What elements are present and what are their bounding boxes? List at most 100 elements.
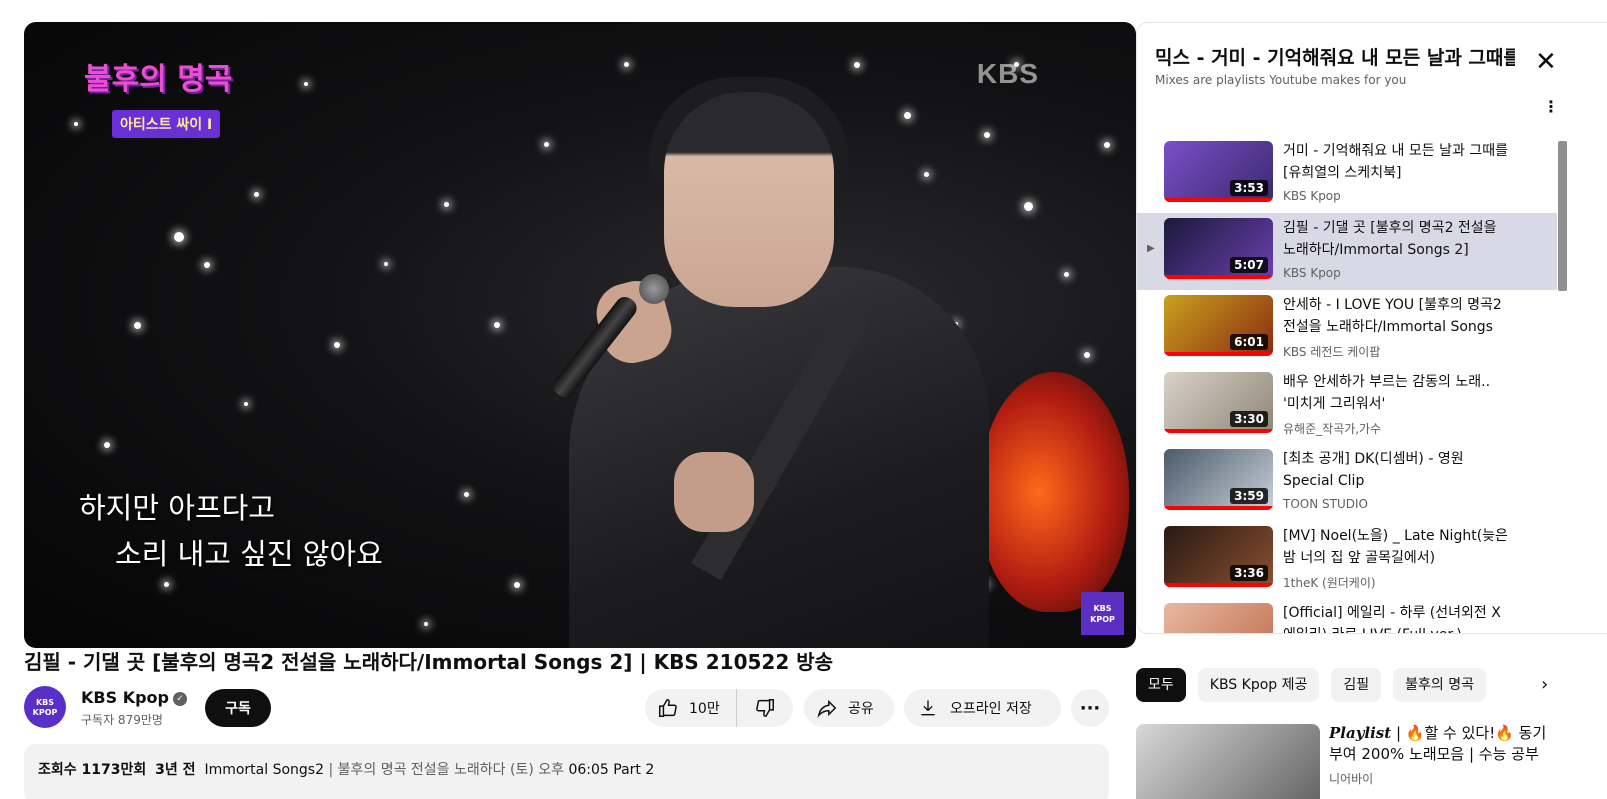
description-time: 06:05 Part 2: [568, 762, 655, 778]
mix-playlist-panel: 믹스 - 거미 - 기억해줘요 내 모든 날과 그때를 Mixes are pl…: [1136, 22, 1607, 634]
filter-chip[interactable]: 김필: [1331, 668, 1382, 702]
playlist-item-thumbnail[interactable]: 3:59: [1164, 449, 1273, 510]
playlist-item-title[interactable]: 배우 안세하가 부르는 감동의 노래.. '미치게 그리워서': [1283, 371, 1508, 415]
playlist-item-channel: 유해준_작곡가,가수: [1283, 422, 1382, 436]
star: [1024, 202, 1033, 211]
upload-age: 3년 전: [155, 762, 196, 778]
description-text: | 불후의 명곡 전설을 노래하다 (토) 오후: [328, 762, 564, 778]
thumbs-up-icon: [659, 699, 677, 717]
playlist-subtitle: Mixes are playlists Youtube makes for yo…: [1155, 73, 1407, 87]
playlist-scrollbar[interactable]: [1558, 141, 1567, 291]
playlist-item-title[interactable]: [MV] Noel(노을) _ Late Night(늦은 밤 너의 집 앞 골…: [1283, 525, 1508, 569]
playlist-item[interactable]: 3:36 [MV] Noel(노을) _ Late Night(늦은 밤 너의 집…: [1137, 521, 1557, 598]
playlist-item-thumbnail[interactable]: 3:36: [1164, 526, 1273, 587]
show-logo-badge: 아티스트 싸이 I: [112, 110, 221, 138]
like-count: 10만: [689, 701, 720, 717]
chevron-right-icon[interactable]: ›: [1541, 674, 1548, 695]
star: [74, 122, 78, 126]
video-player[interactable]: 불후의 명곡 아티스트 싸이 I KBS 하지만 아프다고 소리 내고 싶진 않…: [24, 22, 1136, 648]
star: [424, 622, 428, 626]
download-button[interactable]: 오프라인 저장: [904, 689, 1061, 727]
playlist-item-channel: KBS Kpop: [1283, 266, 1341, 280]
playlist-item-channel: KBS 레전드 케이팝: [1283, 345, 1381, 359]
singer-hand-guitar: [674, 452, 754, 532]
watched-progress-bar: [1164, 506, 1273, 510]
star: [544, 142, 549, 147]
star: [174, 232, 184, 242]
more-actions-button[interactable]: ···: [1071, 689, 1109, 727]
star: [1064, 272, 1069, 277]
playlist-item-thumbnail[interactable]: [1164, 603, 1273, 633]
download-label: 오프라인 저장: [950, 701, 1032, 717]
show-logo-title: 불후의 명곡: [84, 62, 233, 97]
more-icon: ···: [1079, 697, 1101, 719]
duration-badge: 5:07: [1230, 257, 1268, 273]
duration-badge: 3:36: [1230, 565, 1268, 581]
playlist-item-title[interactable]: [최초 공개] DK(디셈버) - 영원 Special Clip: [1283, 448, 1508, 492]
star: [104, 442, 110, 448]
filter-chip[interactable]: 모두: [1136, 668, 1186, 702]
now-playing-icon: ▶: [1147, 243, 1155, 254]
star: [624, 62, 629, 67]
star: [204, 262, 210, 268]
watched-progress-bar: [1164, 275, 1273, 279]
playlist-item[interactable]: 3:30 배우 안세하가 부르는 감동의 노래.. '미치게 그리워서' 유해준_작…: [1137, 367, 1557, 444]
filter-chip[interactable]: 불후의 명곡: [1393, 668, 1486, 702]
playlist-item-title[interactable]: 안세하 - I LOVE YOU [불후의 명곡2 전설을 노래하다/Immor…: [1283, 294, 1508, 338]
star: [924, 172, 929, 177]
playlist-item-thumbnail[interactable]: 3:53: [1164, 141, 1273, 202]
playlist-item-thumbnail[interactable]: 6:01: [1164, 295, 1273, 356]
show-logo: 불후의 명곡 아티스트 싸이 I: [84, 54, 274, 144]
subscriber-count: 구독자 879만명: [81, 713, 163, 727]
recommendation-title[interactable]: Playlist | 🔥할 수 있다!🔥 동기부여 200% 노래모음 | 수능…: [1329, 723, 1554, 765]
playlist-title[interactable]: 믹스 - 거미 - 기억해줘요 내 모든 날과 그때를: [1155, 43, 1515, 70]
filter-chips: 모두 KBS Kpop 제공 김필 불후의 명곡: [1136, 668, 1486, 702]
recommendation-channel[interactable]: 니어바이: [1329, 770, 1373, 787]
like-button[interactable]: 10만: [645, 689, 737, 727]
playlist-item[interactable]: 3:59 [최초 공개] DK(디셈버) - 영원 Special Clip TOO…: [1137, 444, 1557, 521]
share-button[interactable]: 공유: [804, 689, 894, 727]
like-dislike-group: 10만: [645, 689, 793, 727]
watched-progress-bar: [1164, 429, 1273, 433]
playlist-item-channel: KBS Kpop: [1283, 189, 1341, 203]
playlist-item-thumbnail[interactable]: 3:30: [1164, 372, 1273, 433]
thumbs-down-icon: [756, 699, 774, 717]
watched-progress-bar: [1164, 352, 1273, 356]
star: [494, 322, 500, 328]
verified-icon: ✓: [172, 691, 187, 706]
subscribe-button[interactable]: 구독: [205, 689, 271, 727]
filter-chip[interactable]: KBS Kpop 제공: [1197, 668, 1320, 702]
broadcaster-watermark: KBS: [976, 58, 1039, 89]
singer-head: [664, 92, 834, 307]
star: [304, 82, 308, 86]
close-icon[interactable]: ✕: [1535, 49, 1557, 75]
playlist-item[interactable]: 6:01 안세하 - I LOVE YOU [불후의 명곡2 전설을 노래하다/I…: [1137, 290, 1557, 367]
recommendation-thumbnail[interactable]: [1136, 724, 1320, 799]
lyrics-line-2: 소리 내고 싶진 않아요: [115, 537, 383, 571]
star: [254, 192, 259, 197]
playlist-item[interactable]: [Official] 에일리 - 하루 (선녀외전 X 에일리) 라로 LIVE…: [1137, 598, 1557, 633]
microphone-head: [639, 274, 669, 304]
channel-name[interactable]: KBS Kpop ✓: [81, 688, 187, 707]
lyrics-subtitle: 하지만 아프다고 소리 내고 싶진 않아요: [79, 485, 383, 577]
playlist-item-title[interactable]: 거미 - 기억해줘요 내 모든 날과 그때를 [유희열의 스케치북]: [1283, 140, 1508, 184]
playlist-item[interactable]: 3:53 거미 - 기억해줘요 내 모든 날과 그때를 [유희열의 스케치북] KB…: [1137, 136, 1557, 213]
description-box[interactable]: 조회수 1173만회 3년 전 Immortal Songs2 | 불후의 명곡…: [24, 744, 1109, 799]
duration-badge: 3:53: [1230, 180, 1268, 196]
more-vert-icon[interactable]: ⋮: [1543, 97, 1559, 116]
duration-badge: 6:01: [1230, 334, 1268, 350]
playlist-item-title[interactable]: 김필 - 기댈 곳 [불후의 명곡2 전설을 노래하다/Immortal Son…: [1283, 217, 1508, 261]
star: [984, 132, 990, 138]
playlist-item-thumbnail[interactable]: 5:07: [1164, 218, 1273, 279]
dislike-button[interactable]: [737, 689, 793, 727]
view-count: 조회수 1173만회: [38, 762, 147, 778]
playlist-item[interactable]: ▶ 5:07 김필 - 기댈 곳 [불후의 명곡2 전설을 노래하다/Immorta…: [1137, 213, 1557, 290]
description-tag[interactable]: Immortal Songs2: [204, 762, 324, 778]
channel-name-text[interactable]: KBS Kpop: [81, 688, 169, 707]
star: [134, 322, 141, 329]
playlist-item-title[interactable]: [Official] 에일리 - 하루 (선녀외전 X 에일리) 라로 LIVE…: [1283, 602, 1508, 633]
share-icon: [817, 699, 837, 718]
star: [1104, 142, 1110, 148]
playlist-item-channel: 1theK (원더케이): [1283, 576, 1376, 590]
channel-avatar[interactable]: KBS KPOP: [24, 686, 66, 728]
